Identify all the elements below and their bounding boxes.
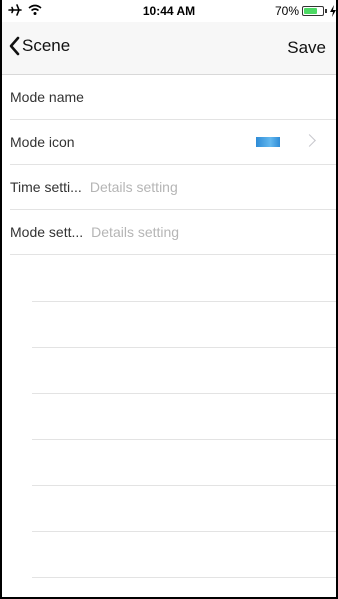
battery-fill <box>304 8 317 14</box>
empty-row <box>32 486 336 532</box>
empty-row <box>32 256 336 302</box>
battery-percent: 70% <box>274 4 299 18</box>
status-bar: 10:44 AM 70% <box>2 0 336 22</box>
time-setting-label: Time setti... <box>10 179 82 195</box>
navigation-bar: Scene Save <box>2 22 336 75</box>
mode-setting-label: Mode sett... <box>10 224 84 240</box>
app-frame: 10:44 AM 70% Scene Save Mode name Mode i… <box>0 0 338 599</box>
mode-setting-row[interactable]: Mode sett... Details setting <box>10 210 336 255</box>
mode-setting-value: Details setting <box>91 224 180 240</box>
save-button[interactable]: Save <box>287 38 326 58</box>
empty-row <box>32 440 336 486</box>
empty-list-area <box>32 256 336 578</box>
empty-row <box>32 394 336 440</box>
chevron-left-icon <box>9 36 20 56</box>
time-setting-row[interactable]: Time setti... Details setting <box>10 165 336 210</box>
mode-icon-label: Mode icon <box>10 134 75 150</box>
mode-image-icon[interactable] <box>256 137 280 147</box>
back-button-label: Scene <box>22 36 71 55</box>
empty-row <box>32 302 336 348</box>
mode-icon-row[interactable]: Mode icon <box>10 120 336 165</box>
empty-row <box>32 532 336 578</box>
mode-name-row[interactable]: Mode name <box>10 75 336 120</box>
time-setting-value: Details setting <box>89 179 178 195</box>
battery-tip <box>325 9 327 13</box>
chevron-right-icon <box>303 134 316 147</box>
settings-list: Mode name Mode icon Time setti... Detail… <box>2 75 336 255</box>
status-right: 70% <box>275 4 336 18</box>
mode-name-label: Mode name <box>10 89 84 105</box>
battery-icon <box>302 6 324 16</box>
back-button[interactable]: Scene <box>8 36 70 56</box>
empty-row <box>32 348 336 394</box>
charging-icon <box>330 5 336 17</box>
